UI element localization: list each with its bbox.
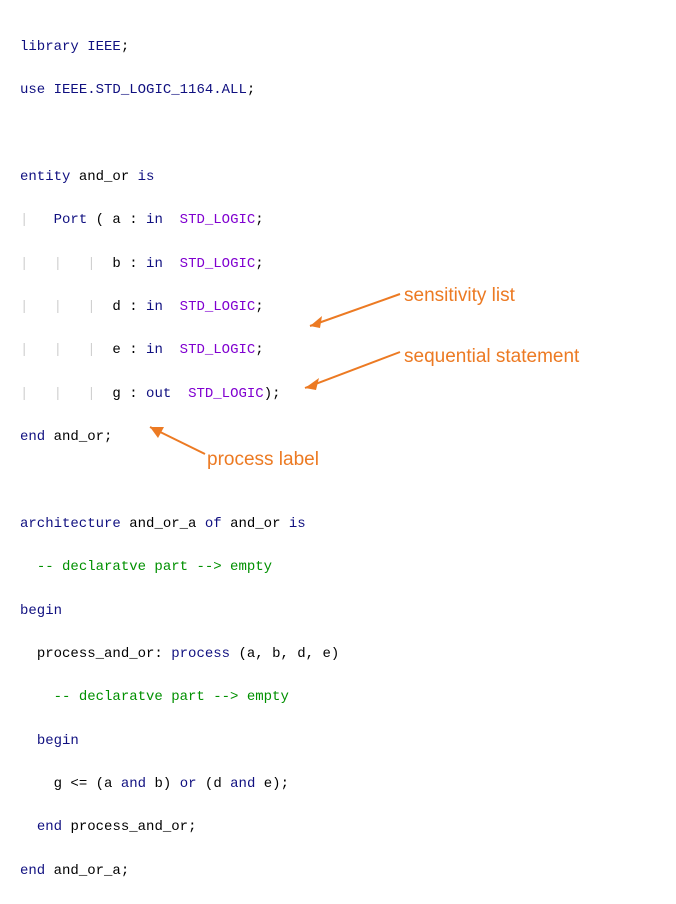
indent-guide: | (20, 212, 54, 228)
code-line: end and_or_a; (20, 861, 656, 883)
code-line: -- declaratve part --> empty (20, 687, 656, 709)
keyword: in (146, 342, 163, 358)
comment: -- declaratve part --> empty (37, 559, 272, 575)
code-line: entity and_or is (20, 167, 656, 189)
punct: ); (264, 386, 281, 402)
annotation-process-label: process label (207, 445, 319, 474)
identifier: and_or (230, 516, 280, 532)
punct: ; (281, 776, 289, 792)
signal: d : (112, 299, 137, 315)
keyword: and (121, 776, 146, 792)
signal: b : (112, 256, 137, 272)
punct: ; (188, 819, 196, 835)
indent-guide: | | | (20, 342, 112, 358)
punct: ; (104, 429, 112, 445)
type: STD_LOGIC (180, 342, 256, 358)
code-line: begin (20, 731, 656, 753)
keyword: begin (20, 603, 62, 619)
signal: g : (112, 386, 137, 402)
keyword: is (138, 169, 155, 185)
keyword: entity (20, 169, 70, 185)
code-line: g <= (a and b) or (d and e); (20, 774, 656, 796)
identifier: and_or (79, 169, 129, 185)
signal: g (54, 776, 62, 792)
keyword: use (20, 82, 45, 98)
keyword: in (146, 256, 163, 272)
code-line: | Port ( a : in STD_LOGIC; (20, 210, 656, 232)
code-line: use IEEE.STD_LOGIC_1164.ALL; (20, 80, 656, 102)
code-line: library IEEE; (20, 37, 656, 59)
comment: -- declaratve part --> empty (54, 689, 289, 705)
code-line: end process_and_or; (20, 817, 656, 839)
library-path: IEEE.STD_LOGIC_1164.ALL (54, 82, 247, 98)
code-line: | | | g : out STD_LOGIC); (20, 384, 656, 406)
identifier: and_or_a (54, 863, 121, 879)
blank-line (20, 470, 656, 492)
keyword: begin (37, 733, 79, 749)
type: STD_LOGIC (180, 212, 256, 228)
annotation-sequential-statement: sequential statement (404, 342, 579, 371)
identifier: process_and_or (70, 819, 188, 835)
keyword: or (180, 776, 197, 792)
punct: ; (121, 39, 129, 55)
keyword: end (20, 429, 45, 445)
code-line: end and_or; (20, 427, 656, 449)
keyword: and (230, 776, 255, 792)
punct: ; (255, 342, 263, 358)
sensitivity-list: (a, b, d, e) (238, 646, 339, 662)
keyword: library (20, 39, 79, 55)
type: STD_LOGIC (180, 256, 256, 272)
punct: ; (247, 82, 255, 98)
type: STD_LOGIC (188, 386, 264, 402)
expr: b) (154, 776, 171, 792)
code-line: -- declaratve part --> empty (20, 557, 656, 579)
vhdl-code-listing: library IEEE; use IEEE.STD_LOGIC_1164.AL… (20, 15, 656, 904)
identifier: and_or_a (129, 516, 196, 532)
expr: (a (96, 776, 113, 792)
annotation-sensitivity-list: sensitivity list (404, 281, 515, 310)
punct: ( (87, 212, 104, 228)
code-line: | | | d : in STD_LOGIC; (20, 297, 656, 319)
indent-guide: | | | (20, 299, 112, 315)
punct: ; (255, 256, 263, 272)
code-line: | | | b : in STD_LOGIC; (20, 254, 656, 276)
keyword: architecture (20, 516, 121, 532)
identifier: IEEE (87, 39, 121, 55)
process-label: process_and_or: (37, 646, 163, 662)
keyword: process (171, 646, 230, 662)
keyword: is (289, 516, 306, 532)
expr: (d (205, 776, 222, 792)
code-line: begin (20, 601, 656, 623)
code-line: process_and_or: process (a, b, d, e) (20, 644, 656, 666)
type: STD_LOGIC (180, 299, 256, 315)
blank-line (20, 123, 656, 145)
keyword: Port (54, 212, 88, 228)
keyword: end (37, 819, 62, 835)
identifier: and_or (54, 429, 104, 445)
signal: a : (104, 212, 138, 228)
keyword: out (146, 386, 171, 402)
signal: e : (112, 342, 137, 358)
indent-guide: | | | (20, 386, 112, 402)
keyword: in (146, 299, 163, 315)
keyword: of (205, 516, 222, 532)
punct: ; (255, 299, 263, 315)
operator: <= (70, 776, 87, 792)
code-line: architecture and_or_a of and_or is (20, 514, 656, 536)
punct: ; (121, 863, 129, 879)
expr: e) (264, 776, 281, 792)
indent-guide: | | | (20, 256, 112, 272)
keyword: end (20, 863, 45, 879)
punct: ; (255, 212, 263, 228)
keyword: in (146, 212, 163, 228)
